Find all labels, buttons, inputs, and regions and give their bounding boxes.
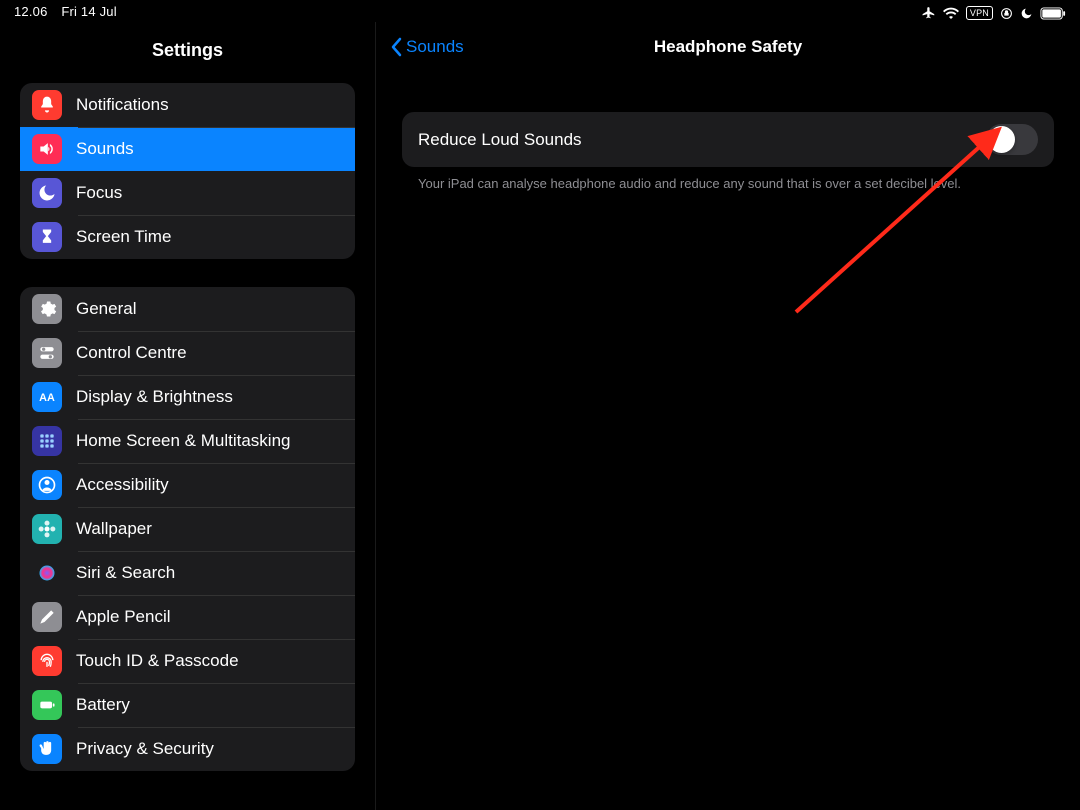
hand-icon bbox=[32, 734, 62, 764]
sidebar-item-home-screen-multitasking[interactable]: Home Screen & Multitasking bbox=[20, 419, 355, 463]
settings-cell-group: Reduce Loud Sounds bbox=[402, 112, 1054, 167]
sidebar-item-label: Control Centre bbox=[76, 343, 187, 363]
hourglass-icon bbox=[32, 222, 62, 252]
battery-icon bbox=[32, 690, 62, 720]
sidebar-item-label: Siri & Search bbox=[76, 563, 175, 583]
sidebar-item-label: Home Screen & Multitasking bbox=[76, 431, 290, 451]
wifi-icon bbox=[943, 7, 959, 19]
sidebar-item-siri-search[interactable]: Siri & Search bbox=[20, 551, 355, 595]
status-time: 12.06 bbox=[14, 4, 48, 19]
settings-group-1: Notifications Sounds Focus Screen Time bbox=[20, 83, 355, 259]
siri-icon bbox=[32, 558, 62, 588]
person-icon bbox=[32, 470, 62, 500]
vpn-badge: VPN bbox=[966, 6, 993, 20]
detail-title: Headphone Safety bbox=[654, 37, 802, 57]
sidebar-item-label: Touch ID & Passcode bbox=[76, 651, 239, 671]
switches-icon bbox=[32, 338, 62, 368]
gear-icon bbox=[32, 294, 62, 324]
status-right: VPN bbox=[922, 4, 1066, 22]
sidebar-item-label: Display & Brightness bbox=[76, 387, 233, 407]
grid-icon bbox=[32, 426, 62, 456]
sidebar-item-wallpaper[interactable]: Wallpaper bbox=[20, 507, 355, 551]
toggle-knob bbox=[988, 126, 1015, 153]
speaker-icon bbox=[32, 134, 62, 164]
sidebar-item-label: Notifications bbox=[76, 95, 169, 115]
do-not-disturb-icon bbox=[1020, 7, 1033, 20]
reduce-loud-sounds-footnote: Your iPad can analyse headphone audio an… bbox=[402, 167, 1054, 193]
sidebar-item-touch-id-passcode[interactable]: Touch ID & Passcode bbox=[20, 639, 355, 683]
sidebar-item-focus[interactable]: Focus bbox=[20, 171, 355, 215]
sidebar-item-label: Accessibility bbox=[76, 475, 169, 495]
sidebar-item-general[interactable]: General bbox=[20, 287, 355, 331]
sidebar-item-label: Sounds bbox=[76, 139, 134, 159]
chevron-left-icon bbox=[390, 37, 402, 57]
sidebar-item-label: Apple Pencil bbox=[76, 607, 171, 627]
bell-icon bbox=[32, 90, 62, 120]
sidebar-item-battery[interactable]: Battery bbox=[20, 683, 355, 727]
back-button[interactable]: Sounds bbox=[390, 37, 464, 57]
pencil-icon bbox=[32, 602, 62, 632]
detail-header: Sounds Headphone Safety bbox=[376, 22, 1080, 72]
reduce-loud-sounds-toggle[interactable] bbox=[986, 124, 1038, 155]
orientation-lock-icon bbox=[1000, 7, 1013, 20]
sidebar-item-sounds[interactable]: Sounds bbox=[20, 127, 355, 171]
svg-text:AA: AA bbox=[39, 392, 55, 404]
sidebar-item-screen-time[interactable]: Screen Time bbox=[20, 215, 355, 259]
sidebar-item-apple-pencil[interactable]: Apple Pencil bbox=[20, 595, 355, 639]
sidebar-item-label: Battery bbox=[76, 695, 130, 715]
sidebar-title: Settings bbox=[0, 22, 375, 83]
flower-icon bbox=[32, 514, 62, 544]
aa-icon: AA bbox=[32, 382, 62, 412]
status-bar: 12.06 Fri 14 Jul VPN bbox=[0, 0, 1080, 22]
sidebar-item-control-centre[interactable]: Control Centre bbox=[20, 331, 355, 375]
settings-sidebar: Settings Notifications Sounds Focus Screen … bbox=[0, 22, 376, 810]
airplane-icon bbox=[922, 6, 936, 20]
sidebar-item-label: General bbox=[76, 299, 136, 319]
status-left: 12.06 Fri 14 Jul bbox=[14, 4, 127, 22]
sidebar-item-privacy-security[interactable]: Privacy & Security bbox=[20, 727, 355, 771]
sidebar-item-label: Focus bbox=[76, 183, 122, 203]
battery-icon bbox=[1040, 7, 1066, 20]
sidebar-item-display-brightness[interactable]: AA Display & Brightness bbox=[20, 375, 355, 419]
fingerprint-icon bbox=[32, 646, 62, 676]
sidebar-item-notifications[interactable]: Notifications bbox=[20, 83, 355, 127]
sidebar-item-label: Privacy & Security bbox=[76, 739, 214, 759]
reduce-loud-sounds-row[interactable]: Reduce Loud Sounds bbox=[402, 112, 1054, 167]
sidebar-item-accessibility[interactable]: Accessibility bbox=[20, 463, 355, 507]
moon-icon bbox=[32, 178, 62, 208]
reduce-loud-sounds-label: Reduce Loud Sounds bbox=[418, 130, 582, 150]
detail-pane: Sounds Headphone Safety Reduce Loud Soun… bbox=[376, 22, 1080, 810]
sidebar-item-label: Screen Time bbox=[76, 227, 171, 247]
sidebar-item-label: Wallpaper bbox=[76, 519, 152, 539]
status-date: Fri 14 Jul bbox=[61, 4, 116, 19]
settings-group-2: General Control Centre AA Display & Brightn… bbox=[20, 287, 355, 771]
back-label: Sounds bbox=[406, 37, 464, 57]
